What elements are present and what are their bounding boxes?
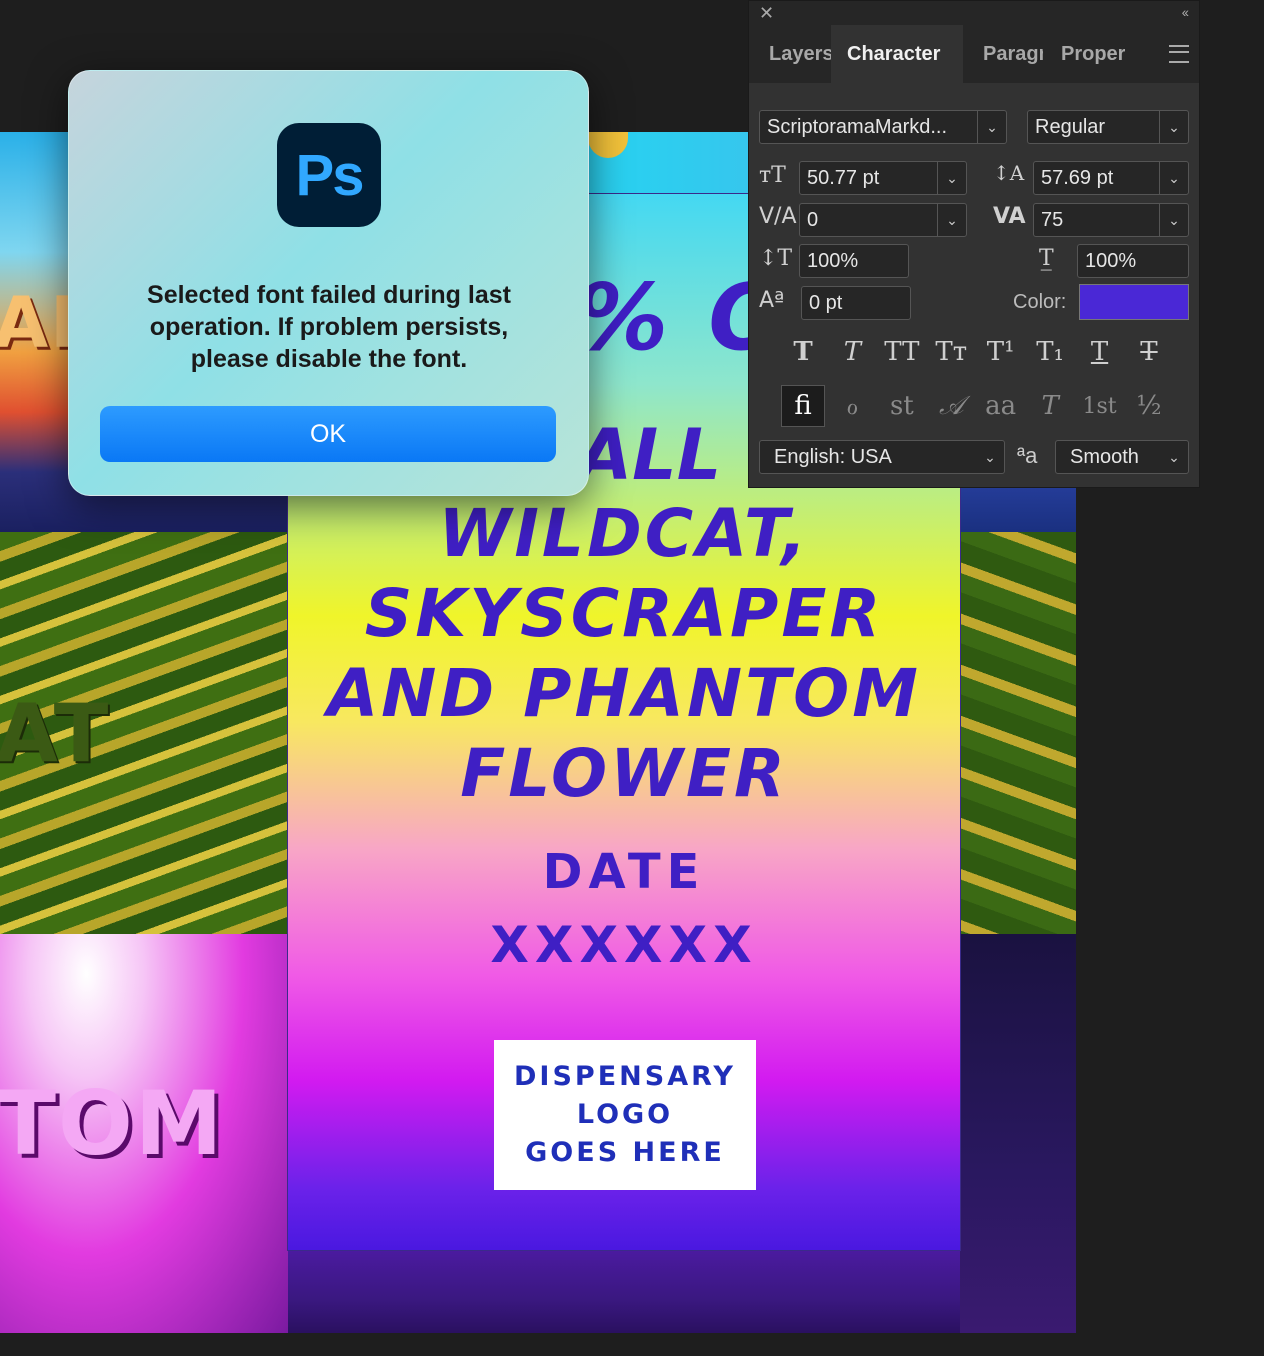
small-caps-button[interactable]: Tт bbox=[929, 331, 973, 373]
titling-alternates-button[interactable]: T bbox=[1028, 385, 1072, 427]
antialias-icon: ªa bbox=[1017, 443, 1038, 468]
leading-field[interactable]: 57.69 pt ⌄ bbox=[1033, 161, 1189, 195]
dialog-message: Selected font failed during last operati… bbox=[147, 281, 511, 373]
vertical-scale-field[interactable]: 100% bbox=[799, 244, 909, 278]
fractions-button[interactable]: ½ bbox=[1127, 385, 1171, 427]
ordinals-button[interactable]: 1st bbox=[1078, 385, 1122, 427]
kerning-field[interactable]: 0 ⌄ bbox=[799, 203, 967, 237]
date-label[interactable]: DATE bbox=[288, 844, 960, 900]
superscript-button[interactable]: T¹ bbox=[979, 331, 1023, 373]
character-panel: ✕ ‹‹ Layers Character Paragraph Properti… bbox=[748, 0, 1200, 488]
swash-button[interactable]: 𝒜 bbox=[929, 385, 973, 427]
chevron-down-icon: ⌄ bbox=[1159, 204, 1188, 236]
font-size-icon: ᴛT bbox=[759, 163, 786, 188]
baseline-shift-value: 0 pt bbox=[809, 291, 843, 314]
baseline-shift-field[interactable]: 0 pt bbox=[801, 286, 911, 320]
tracking-value: 75 bbox=[1041, 208, 1064, 231]
language-dropdown[interactable]: English: USA ⌄ bbox=[759, 440, 1005, 474]
font-family-value: ScriptoramaMarkd... bbox=[767, 115, 948, 138]
kerning-icon: V/A bbox=[759, 204, 797, 229]
collapse-icon[interactable]: ‹‹ bbox=[1182, 4, 1189, 20]
strikethrough-button[interactable]: T bbox=[1127, 331, 1171, 373]
color-label: Color: bbox=[1013, 291, 1067, 313]
strain-list-text[interactable]: WILDCAT, SKYSCRAPER AND PHANTOM FLOWER bbox=[288, 494, 960, 814]
phantom-tile-right bbox=[960, 934, 1076, 1333]
close-icon[interactable]: ✕ bbox=[759, 3, 774, 24]
ok-button[interactable]: OK bbox=[100, 406, 556, 462]
font-error-dialog: Ps Selected font failed during last oper… bbox=[68, 70, 589, 496]
subscript-button[interactable]: T₁ bbox=[1028, 331, 1072, 373]
chevron-down-icon: ⌄ bbox=[937, 204, 966, 236]
chevron-down-icon: ⌄ bbox=[1159, 162, 1188, 194]
stylistic-alternates-button[interactable]: aa bbox=[979, 385, 1023, 427]
leading-value: 57.69 pt bbox=[1041, 166, 1114, 189]
language-value: English: USA bbox=[774, 445, 892, 468]
panel-title-bar[interactable]: ✕ ‹‹ bbox=[749, 1, 1199, 25]
contextual-alternates-button[interactable]: st bbox=[880, 385, 924, 427]
font-size-value: 50.77 pt bbox=[807, 166, 880, 189]
tab-properties[interactable]: Properties bbox=[1061, 25, 1125, 83]
logo-placeholder-text: DISPENSARY LOGO GOES HERE bbox=[514, 1061, 736, 1168]
leading-icon: ↕A bbox=[993, 161, 1025, 185]
baseline-shift-icon: Aª bbox=[759, 288, 785, 313]
vertical-scale-icon: ↕T bbox=[759, 246, 793, 271]
font-style-value: Regular bbox=[1035, 115, 1106, 138]
chevron-down-icon: ⌄ bbox=[937, 162, 966, 194]
kerning-value: 0 bbox=[807, 208, 819, 231]
tracking-icon: VA bbox=[993, 204, 1026, 229]
photoshop-app-icon: Ps bbox=[277, 123, 381, 227]
font-family-dropdown[interactable]: ScriptoramaMarkd... ⌄ bbox=[759, 110, 1007, 144]
type-style-buttons: T T TT Tт T¹ T₁ T T bbox=[781, 331, 1171, 373]
horizontal-scale-icon: T̲ bbox=[1039, 246, 1054, 271]
bottom-tile bbox=[288, 1250, 960, 1333]
discretionary-ligatures-button[interactable]: ℴ bbox=[830, 385, 874, 427]
horizontal-scale-field[interactable]: 100% bbox=[1077, 244, 1189, 278]
antialias-dropdown[interactable]: Smooth ⌄ bbox=[1055, 440, 1189, 474]
opentype-buttons: ﬁ ℴ st 𝒜 aa T 1st ½ bbox=[781, 385, 1171, 427]
antialias-value: Smooth bbox=[1070, 445, 1139, 468]
font-size-field[interactable]: 50.77 pt ⌄ bbox=[799, 161, 967, 195]
photoshop-icon-label: Ps bbox=[295, 142, 365, 208]
chevron-down-icon: ⌄ bbox=[1159, 111, 1188, 143]
chevron-down-icon: ⌄ bbox=[1168, 448, 1180, 465]
all-line[interactable]: ALL bbox=[578, 414, 721, 496]
underline-button[interactable]: T bbox=[1078, 331, 1122, 373]
bg-word-at: AT bbox=[0, 687, 111, 780]
panel-tabs: Layers Character Paragraph Properties bbox=[749, 25, 1199, 83]
tracking-field[interactable]: 75 ⌄ bbox=[1033, 203, 1189, 237]
chevron-down-icon: ⌄ bbox=[977, 111, 1006, 143]
faux-bold-button[interactable]: T bbox=[781, 331, 825, 373]
tab-character[interactable]: Character bbox=[831, 25, 963, 83]
bg-word-tom: TOM bbox=[0, 1072, 225, 1175]
tab-paragraph[interactable]: Paragraph bbox=[983, 25, 1043, 83]
chevron-down-icon: ⌄ bbox=[984, 448, 996, 465]
text-color-swatch[interactable] bbox=[1079, 284, 1189, 320]
tab-layers[interactable]: Layers bbox=[769, 25, 831, 83]
panel-menu-icon[interactable] bbox=[1169, 45, 1189, 63]
horizontal-scale-value: 100% bbox=[1085, 249, 1137, 272]
ligatures-button[interactable]: ﬁ bbox=[781, 385, 825, 427]
font-style-dropdown[interactable]: Regular ⌄ bbox=[1027, 110, 1189, 144]
all-caps-button[interactable]: TT bbox=[880, 331, 924, 373]
vertical-scale-value: 100% bbox=[807, 249, 859, 272]
faux-italic-button[interactable]: T bbox=[830, 331, 874, 373]
logo-placeholder-box[interactable]: DISPENSARY LOGO GOES HERE bbox=[494, 1040, 756, 1190]
terrace-tile-right bbox=[960, 532, 1076, 934]
date-value[interactable]: XXXXXX bbox=[288, 916, 960, 974]
